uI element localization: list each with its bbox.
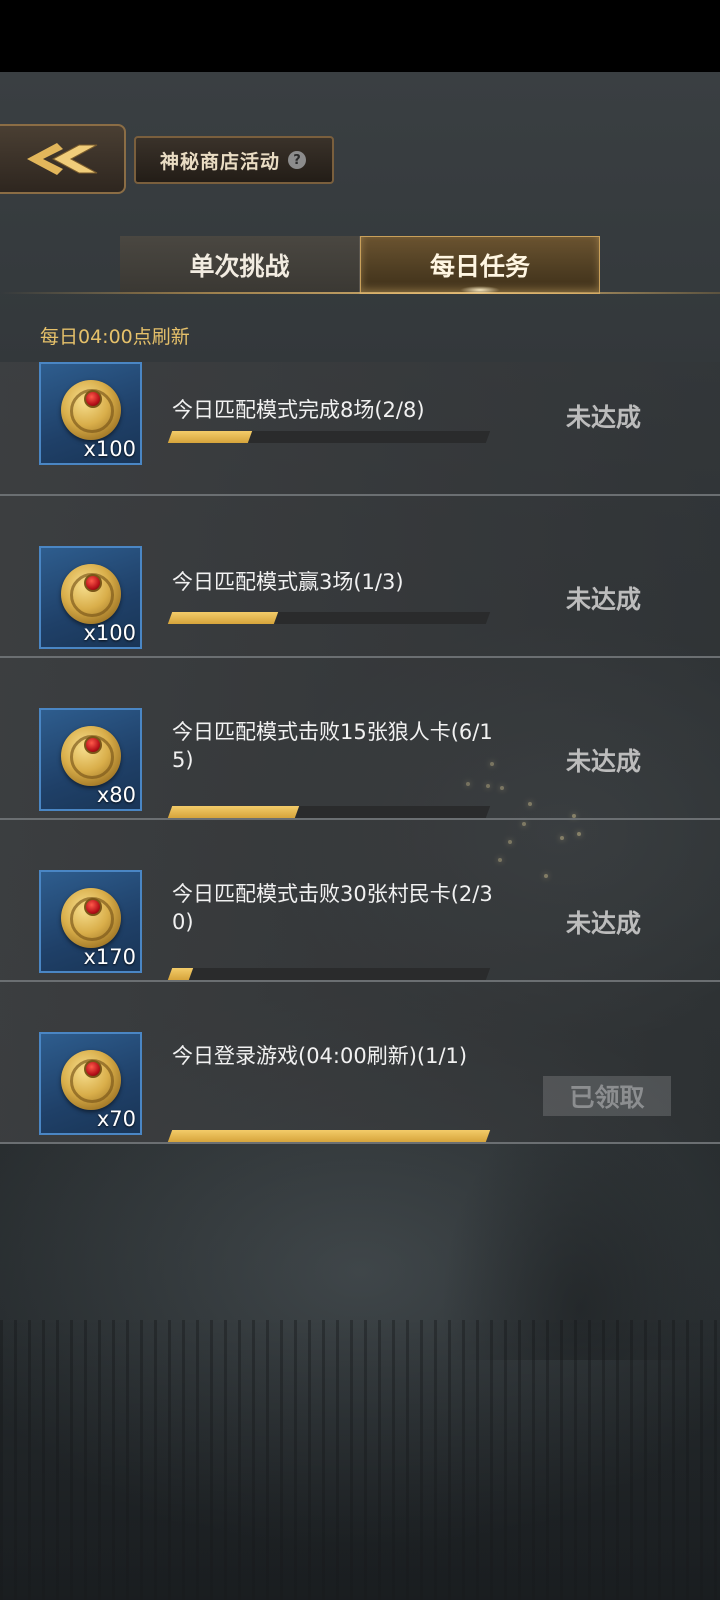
status-bar bbox=[0, 0, 720, 72]
progress-fill bbox=[167, 431, 252, 443]
tab-single-challenge[interactable]: 单次挑战 bbox=[120, 236, 360, 294]
reward-quantity: x70 bbox=[96, 1107, 136, 1131]
background-fence bbox=[0, 1320, 720, 1600]
tab-bar: 单次挑战 每日任务 bbox=[120, 236, 600, 294]
gold-coin-icon bbox=[61, 380, 121, 440]
task-title: 今日匹配模式击败30张村民卡(2/30) bbox=[172, 882, 493, 934]
gold-coin-icon bbox=[61, 726, 121, 786]
reward-quantity: x170 bbox=[83, 945, 136, 969]
task-title: 今日登录游戏(04:00刷新)(1/1) bbox=[172, 1044, 468, 1068]
reward-item[interactable]: x70 bbox=[39, 1032, 142, 1135]
task-status: 未达成 bbox=[566, 585, 642, 614]
progress-bar bbox=[167, 612, 491, 624]
claimed-status-button[interactable]: 已领取 bbox=[543, 1076, 671, 1116]
progress-bar bbox=[167, 431, 491, 443]
reward-item[interactable]: x80 bbox=[39, 708, 142, 811]
reward-item[interactable]: x100 bbox=[39, 362, 142, 465]
page-title-plate: 神秘商店活动 ? bbox=[134, 136, 334, 184]
progress-bar bbox=[167, 806, 491, 818]
progress-fill bbox=[167, 1130, 491, 1142]
reward-quantity: x100 bbox=[83, 621, 136, 645]
task-row: x100 今日匹配模式完成8场(2/8) 未达成 bbox=[0, 362, 720, 496]
task-row: x100 今日匹配模式赢3场(1/3) 未达成 bbox=[0, 496, 720, 658]
tab-underline bbox=[0, 292, 720, 294]
reward-quantity: x80 bbox=[96, 783, 136, 807]
task-status: 未达成 bbox=[566, 403, 642, 432]
progress-bar bbox=[167, 1130, 491, 1142]
task-row: x80 今日匹配模式击败15张狼人卡(6/15) 未达成 bbox=[0, 658, 720, 820]
back-button[interactable] bbox=[0, 124, 126, 194]
reward-item[interactable]: x100 bbox=[39, 546, 142, 649]
reward-item[interactable]: x170 bbox=[39, 870, 142, 973]
progress-fill bbox=[167, 612, 279, 624]
gold-coin-icon bbox=[61, 888, 121, 948]
progress-bar bbox=[167, 968, 491, 980]
task-status: 未达成 bbox=[566, 909, 642, 938]
page-title: 神秘商店活动 bbox=[160, 150, 281, 173]
tab-active-indicator bbox=[460, 286, 500, 294]
reward-quantity: x100 bbox=[83, 437, 136, 461]
task-title: 今日匹配模式完成8场(2/8) bbox=[172, 398, 425, 422]
task-list: x100 今日匹配模式完成8场(2/8) 未达成 x100 今日匹配模式赢3场(… bbox=[0, 362, 720, 1144]
help-icon[interactable]: ? bbox=[288, 151, 307, 169]
progress-fill bbox=[167, 968, 194, 980]
refresh-note: 每日04:00点刷新 bbox=[40, 326, 190, 348]
progress-fill bbox=[167, 806, 300, 818]
task-title: 今日匹配模式击败15张狼人卡(6/15) bbox=[172, 720, 493, 772]
task-status: 未达成 bbox=[566, 747, 642, 776]
back-arrow-icon bbox=[27, 143, 98, 175]
task-row: x70 今日登录游戏(04:00刷新)(1/1) 已领取 bbox=[0, 982, 720, 1144]
gold-coin-icon bbox=[61, 564, 121, 624]
gold-coin-icon bbox=[61, 1050, 121, 1110]
task-title: 今日匹配模式赢3场(1/3) bbox=[172, 570, 404, 594]
task-row: x170 今日匹配模式击败30张村民卡(2/30) 未达成 bbox=[0, 820, 720, 982]
